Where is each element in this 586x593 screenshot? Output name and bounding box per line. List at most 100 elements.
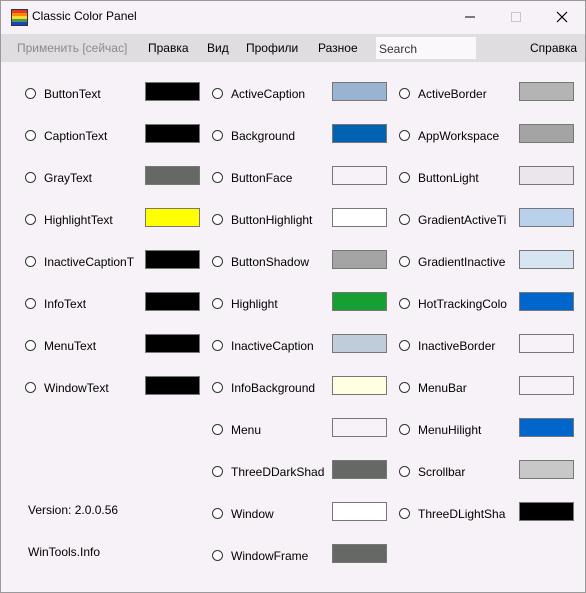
radio-button[interactable] [399, 214, 410, 225]
radio-button[interactable] [399, 130, 410, 141]
minimize-button[interactable] [447, 1, 493, 32]
radio-button[interactable] [212, 382, 223, 393]
radio-button[interactable] [399, 298, 410, 309]
color-swatch[interactable] [332, 460, 387, 479]
color-option-row[interactable]: ButtonLight [399, 169, 513, 189]
color-swatch[interactable] [332, 292, 387, 311]
color-option-row[interactable]: ThreeDLightSha [399, 505, 513, 525]
radio-button[interactable] [25, 382, 36, 393]
title-bar[interactable]: Classic Color Panel [1, 1, 585, 32]
color-swatch[interactable] [332, 334, 387, 353]
color-option-row[interactable]: ActiveCaption [212, 85, 326, 105]
color-option-row[interactable]: Background [212, 127, 326, 147]
radio-button[interactable] [399, 256, 410, 267]
color-option-row[interactable]: InactiveCaptionT [25, 253, 139, 273]
color-option-row[interactable]: ButtonText [25, 85, 139, 105]
color-option-row[interactable]: ActiveBorder [399, 85, 513, 105]
color-swatch[interactable] [519, 208, 574, 227]
color-swatch[interactable] [519, 250, 574, 269]
color-swatch[interactable] [519, 460, 574, 479]
radio-button[interactable] [212, 340, 223, 351]
color-swatch[interactable] [332, 166, 387, 185]
radio-button[interactable] [399, 88, 410, 99]
color-swatch[interactable] [332, 502, 387, 521]
color-option-row[interactable]: HotTrackingColo [399, 295, 513, 315]
color-swatch[interactable] [332, 124, 387, 143]
color-swatch[interactable] [145, 82, 200, 101]
color-swatch[interactable] [145, 292, 200, 311]
color-option-row[interactable]: InfoBackground [212, 379, 326, 399]
color-swatch[interactable] [519, 502, 574, 521]
close-button[interactable] [539, 1, 585, 32]
radio-button[interactable] [212, 130, 223, 141]
color-swatch[interactable] [332, 208, 387, 227]
menu-apply-now[interactable]: Применить [сейчас] [17, 41, 127, 55]
radio-button[interactable] [212, 172, 223, 183]
color-swatch[interactable] [145, 208, 200, 227]
radio-button[interactable] [399, 424, 410, 435]
color-swatch[interactable] [332, 376, 387, 395]
color-swatch[interactable] [145, 334, 200, 353]
radio-button[interactable] [25, 130, 36, 141]
menu-misc[interactable]: Разное [318, 41, 358, 55]
color-option-row[interactable]: ButtonFace [212, 169, 326, 189]
color-option-row[interactable]: HighlightText [25, 211, 139, 231]
color-option-row[interactable]: InactiveBorder [399, 337, 513, 357]
color-swatch[interactable] [145, 166, 200, 185]
radio-button[interactable] [25, 298, 36, 309]
color-swatch[interactable] [519, 334, 574, 353]
color-swatch[interactable] [145, 376, 200, 395]
radio-button[interactable] [399, 382, 410, 393]
radio-button[interactable] [25, 172, 36, 183]
color-option-row[interactable]: GrayText [25, 169, 139, 189]
color-option-row[interactable]: Scrollbar [399, 463, 513, 483]
search-input[interactable]: Search [376, 37, 476, 59]
radio-button[interactable] [25, 214, 36, 225]
color-option-row[interactable]: ThreeDDarkShad [212, 463, 326, 483]
color-swatch[interactable] [519, 124, 574, 143]
radio-button[interactable] [212, 88, 223, 99]
radio-button[interactable] [399, 340, 410, 351]
color-option-row[interactable]: MenuHilight [399, 421, 513, 441]
radio-button[interactable] [212, 256, 223, 267]
menu-profiles[interactable]: Профили [246, 41, 298, 55]
color-option-row[interactable]: AppWorkspace [399, 127, 513, 147]
color-option-row[interactable]: ButtonShadow [212, 253, 326, 273]
color-option-row[interactable]: Menu [212, 421, 326, 441]
radio-button[interactable] [25, 256, 36, 267]
menu-help[interactable]: Справка [530, 41, 577, 55]
radio-button[interactable] [212, 424, 223, 435]
color-swatch[interactable] [332, 418, 387, 437]
radio-button[interactable] [25, 340, 36, 351]
color-option-row[interactable]: Highlight [212, 295, 326, 315]
color-option-row[interactable]: InfoText [25, 295, 139, 315]
color-option-row[interactable]: MenuText [25, 337, 139, 357]
color-option-row[interactable]: CaptionText [25, 127, 139, 147]
radio-button[interactable] [212, 466, 223, 477]
color-swatch[interactable] [332, 250, 387, 269]
radio-button[interactable] [212, 214, 223, 225]
color-option-row[interactable]: InactiveCaption [212, 337, 326, 357]
radio-button[interactable] [212, 508, 223, 519]
color-option-row[interactable]: GradientActiveTi [399, 211, 513, 231]
color-swatch[interactable] [519, 376, 574, 395]
radio-button[interactable] [399, 466, 410, 477]
radio-button[interactable] [25, 88, 36, 99]
color-swatch[interactable] [519, 82, 574, 101]
radio-button[interactable] [212, 550, 223, 561]
color-swatch[interactable] [145, 250, 200, 269]
menu-view[interactable]: Вид [207, 41, 229, 55]
color-option-row[interactable]: MenuBar [399, 379, 513, 399]
color-option-row[interactable]: GradientInactive [399, 253, 513, 273]
color-swatch[interactable] [519, 418, 574, 437]
color-swatch[interactable] [519, 292, 574, 311]
color-option-row[interactable]: WindowText [25, 379, 139, 399]
radio-button[interactable] [399, 172, 410, 183]
color-option-row[interactable]: ButtonHighlight [212, 211, 326, 231]
color-swatch[interactable] [519, 166, 574, 185]
color-swatch[interactable] [332, 544, 387, 563]
radio-button[interactable] [212, 298, 223, 309]
color-swatch[interactable] [145, 124, 200, 143]
color-option-row[interactable]: WindowFrame [212, 547, 326, 567]
menu-edit[interactable]: Правка [148, 41, 189, 55]
